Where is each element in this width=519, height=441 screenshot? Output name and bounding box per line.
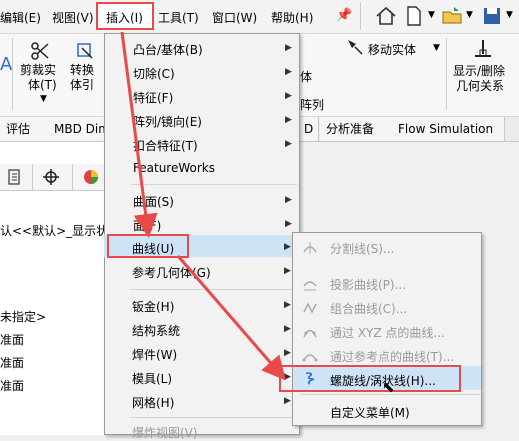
submenu-item-reference-point-curve[interactable]: 通过参考点的曲线(T)... <box>330 348 454 365</box>
menu-item-weldments[interactable]: 焊件(W) <box>132 346 177 363</box>
submenu-arrow-icon: ▶ <box>284 348 291 358</box>
menu-item-curve[interactable]: 曲线(U) <box>132 240 174 257</box>
submenu-arrow-icon: ▶ <box>284 324 291 334</box>
save-icon[interactable] <box>480 4 504 28</box>
menu-item-mesh[interactable]: 网格(H) <box>132 394 174 411</box>
tab-d[interactable]: D <box>298 117 319 141</box>
helix-icon <box>305 372 315 385</box>
submenu-item-projected-curve[interactable]: 投影曲线(P)... <box>330 276 406 293</box>
menu-item-structure-system[interactable]: 结构系统 <box>132 322 180 339</box>
menu-bar: 编辑(E) 视图(V) 插入(I) 工具(T) 窗口(W) 帮助(H) 📌 ▼ … <box>0 0 519 34</box>
menu-item-pattern-mirror[interactable]: 阵列/镜向(E) <box>133 113 202 130</box>
submenu-item-xyz-curve[interactable]: 通过 XYZ 点的曲线... <box>330 324 445 341</box>
crosshair-icon[interactable] <box>42 168 60 186</box>
chevron-down-icon[interactable]: ▼ <box>466 10 473 20</box>
home-icon[interactable] <box>374 4 398 28</box>
submenu-arrow-icon: ▶ <box>284 396 291 406</box>
pin-icon[interactable]: 📌 <box>336 8 352 23</box>
move-entity-icon[interactable] <box>346 38 364 56</box>
menu-tools[interactable]: 工具(T) <box>158 9 199 26</box>
menu-separator <box>130 289 296 290</box>
property-manager-icon[interactable] <box>6 168 24 186</box>
submenu-arrow-icon: ▶ <box>284 266 291 276</box>
open-folder-icon[interactable] <box>440 4 464 28</box>
divider <box>72 164 73 190</box>
menu-item-exploded-view[interactable]: 爆炸视图(V) <box>132 424 198 441</box>
tab-flow-simulation[interactable]: Flow Simulation <box>392 117 505 141</box>
submenu-arrow-icon: ▶ <box>285 43 292 53</box>
convert-entities-icon[interactable] <box>74 40 96 62</box>
menu-window[interactable]: 窗口(W) <box>212 9 257 26</box>
menu-item-molds[interactable]: 模具(L) <box>132 370 172 387</box>
relations-icon[interactable] <box>472 38 494 62</box>
chevron-down-icon[interactable]: ▼ <box>40 94 47 104</box>
configuration-text: 认<<默认>_显示状 <box>0 224 109 238</box>
appearance-icon[interactable] <box>82 168 100 186</box>
submenu-arrow-icon: ▶ <box>284 300 291 310</box>
submenu-item-composite-curve[interactable]: 组合曲线(C)... <box>330 300 407 317</box>
submenu-arrow-icon: ▶ <box>285 67 292 77</box>
submenu-arrow-icon: ▶ <box>285 219 292 229</box>
material-unspecified[interactable]: 未指定> <box>0 308 46 325</box>
new-document-icon[interactable] <box>402 4 426 28</box>
plane-1[interactable]: 准面 <box>0 331 24 348</box>
menu-separator <box>300 394 480 395</box>
ribbon-array-fragment[interactable]: 阵列 <box>300 96 324 113</box>
menu-item-surface[interactable]: 曲面(S) <box>133 193 174 210</box>
submenu-arrow-icon: ▶ <box>285 139 292 149</box>
partial-tool-icon[interactable]: A <box>0 54 12 75</box>
projected-curve-icon <box>303 281 317 291</box>
menu-item-boss-base[interactable]: 凸台/基体(B) <box>133 41 203 58</box>
feature-manager-panel: 认<<默认>_显示状 未指定> 准面 准面 准面 <box>0 142 108 435</box>
submenu-arrow-icon: ▶ <box>285 91 292 101</box>
submenu-arrow-icon: ▶ <box>284 242 291 252</box>
plane-3[interactable]: 准面 <box>0 377 24 394</box>
menu-item-reference-geometry[interactable]: 参考几何体(G) <box>132 264 211 281</box>
menu-item-cut[interactable]: 切除(C) <box>133 65 175 82</box>
menu-item-fastening-feature[interactable]: 扣合特征(T) <box>133 137 198 154</box>
submenu-item-split-line[interactable]: 分割线(S)... <box>330 240 394 257</box>
menu-insert[interactable]: 插入(I) <box>106 9 143 26</box>
trim-label-2[interactable]: 体(T) <box>28 76 57 93</box>
trim-entities-icon[interactable] <box>28 40 52 62</box>
menu-separator <box>131 184 297 185</box>
menu-item-sheet-metal[interactable]: 钣金(H) <box>132 298 174 315</box>
menu-help[interactable]: 帮助(H) <box>271 9 313 26</box>
xyz-curve-icon <box>303 329 317 338</box>
convert-label-2[interactable]: 体引 <box>70 76 94 93</box>
menu-separator <box>130 417 296 418</box>
menu-item-features[interactable]: 特征(F) <box>133 89 173 106</box>
menu-item-featureworks[interactable]: FeatureWorks <box>133 161 215 175</box>
divider <box>32 164 33 190</box>
plane-2[interactable]: 准面 <box>0 354 24 371</box>
divider <box>446 38 447 110</box>
move-entity-label[interactable]: 移动实体 <box>368 41 416 58</box>
panel-toolbar <box>0 164 104 191</box>
tab-analysis-prep[interactable]: 分析准备 <box>320 117 393 141</box>
reference-point-curve-icon <box>302 354 318 362</box>
menu-item-face[interactable]: 面(F) <box>133 217 161 234</box>
composite-curve-icon <box>303 302 317 314</box>
menu-edit[interactable]: 编辑(E) <box>0 9 41 26</box>
show-relations-label-2[interactable]: 几何关系 <box>456 77 504 94</box>
chevron-down-icon[interactable]: ▼ <box>428 10 435 20</box>
divider <box>12 38 13 110</box>
submenu-arrow-icon: ▶ <box>285 115 292 125</box>
ribbon-solid-fragment[interactable]: 体 <box>300 68 312 85</box>
split-line-icon <box>303 242 317 254</box>
chevron-down-icon[interactable]: ▼ <box>506 10 513 20</box>
submenu-arrow-icon: ▶ <box>285 195 292 205</box>
submenu-item-customize-menu[interactable]: 自定义菜单(M) <box>330 404 410 421</box>
tab-evaluate[interactable]: 评估 <box>0 117 49 141</box>
menu-view[interactable]: 视图(V) <box>52 9 94 26</box>
divider <box>360 2 361 30</box>
chevron-down-icon[interactable]: ▼ <box>433 43 440 53</box>
